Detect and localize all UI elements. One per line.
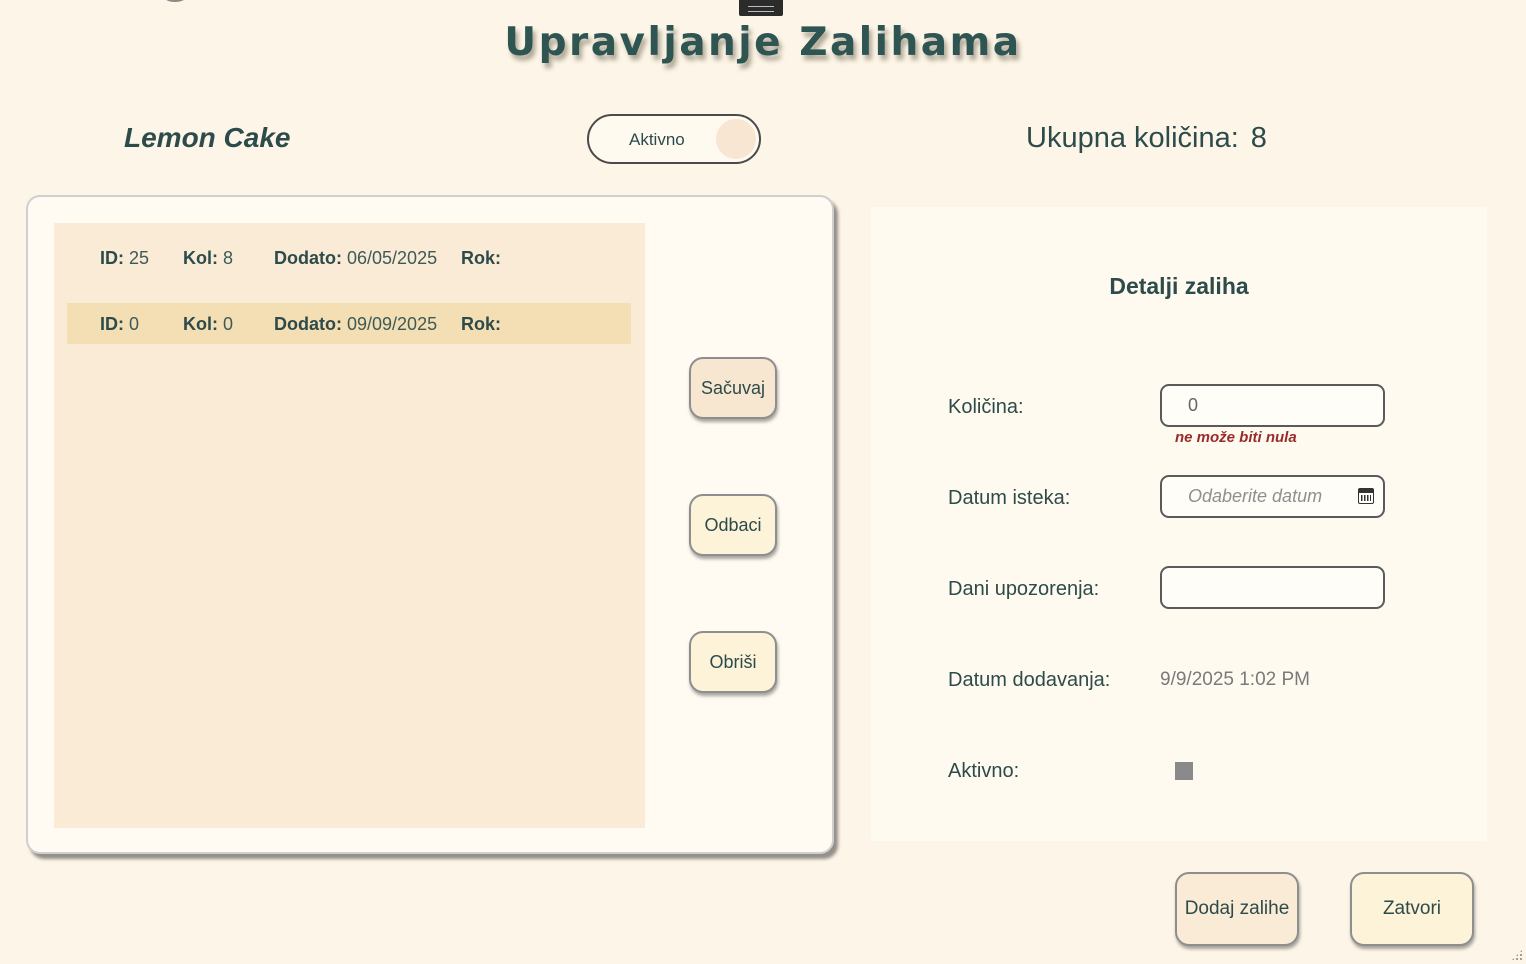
- added-label: Dodato:: [274, 314, 342, 334]
- quantity-error: ne može biti nula: [1175, 429, 1297, 446]
- stock-details-panel: Detalji zaliha Količina: 0 ne može biti …: [871, 207, 1487, 841]
- window-corner-decoration: [164, 0, 186, 2]
- delete-button[interactable]: Obriši: [689, 631, 777, 693]
- product-name: Lemon Cake: [124, 122, 291, 153]
- expiry-date-picker[interactable]: Odaberite datum: [1160, 475, 1385, 518]
- qty-value: 8: [223, 248, 234, 268]
- close-button[interactable]: Zatvori: [1350, 872, 1474, 946]
- details-title: Detalji zaliha: [1109, 273, 1249, 299]
- total-quantity-label: Ukupna količina:: [1026, 122, 1239, 154]
- qty-label: Kol:: [183, 248, 218, 268]
- warning-days-label: Dani upozorenja:: [948, 578, 1100, 600]
- added-value: 09/09/2025: [347, 314, 438, 334]
- resize-grip[interactable]: [1511, 949, 1523, 961]
- expiry-label: Rok:: [461, 248, 501, 268]
- expiry-label: Rok:: [461, 314, 501, 334]
- id-value: 0: [129, 314, 140, 334]
- added-label: Dodato:: [274, 248, 342, 268]
- id-value: 25: [129, 248, 150, 268]
- window-drag-handle[interactable]: [739, 0, 783, 16]
- stock-list[interactable]: ID: 25 Kol: 8 Dodato: 06/05/2025 Rok: ID…: [54, 223, 645, 828]
- added-value: 06/05/2025: [347, 248, 438, 268]
- active-toggle-label: Aktivno: [629, 130, 685, 149]
- active-toggle[interactable]: Aktivno: [587, 114, 761, 164]
- id-label: ID:: [100, 248, 124, 268]
- add-stock-button[interactable]: Dodaj zalihe: [1175, 872, 1299, 946]
- active-checkbox[interactable]: [1175, 762, 1193, 780]
- list-item-selected[interactable]: ID: 0 Kol: 0 Dodato: 09/09/2025 Rok:: [67, 303, 631, 344]
- discard-button[interactable]: Odbaci: [689, 494, 777, 556]
- expiry-date-placeholder: Odaberite datum: [1188, 486, 1323, 506]
- quantity-label: Količina:: [948, 396, 1024, 418]
- active-label: Aktivno:: [948, 760, 1020, 782]
- qty-label: Kol:: [183, 314, 218, 334]
- calendar-icon[interactable]: [1358, 488, 1374, 504]
- list-item[interactable]: ID: 25 Kol: 8 Dodato: 06/05/2025 Rok:: [67, 237, 631, 278]
- date-added-value: 9/9/2025 1:02 PM: [1160, 669, 1310, 690]
- toggle-knob: [716, 119, 756, 159]
- warning-days-field[interactable]: [1160, 566, 1385, 609]
- quantity-field[interactable]: 0: [1160, 384, 1385, 427]
- date-added-label: Datum dodavanja:: [948, 669, 1111, 691]
- page-title: Upravljanje Zalihama: [504, 20, 1022, 65]
- stock-list-panel: ID: 25 Kol: 8 Dodato: 06/05/2025 Rok: ID…: [26, 195, 834, 854]
- id-label: ID:: [100, 314, 124, 334]
- qty-value: 0: [223, 314, 234, 334]
- total-quantity: Ukupna količina: 8: [1026, 122, 1267, 155]
- total-quantity-value: 8: [1250, 122, 1267, 154]
- save-button[interactable]: Sačuvaj: [689, 357, 777, 419]
- expiry-date-label: Datum isteka:: [948, 487, 1071, 509]
